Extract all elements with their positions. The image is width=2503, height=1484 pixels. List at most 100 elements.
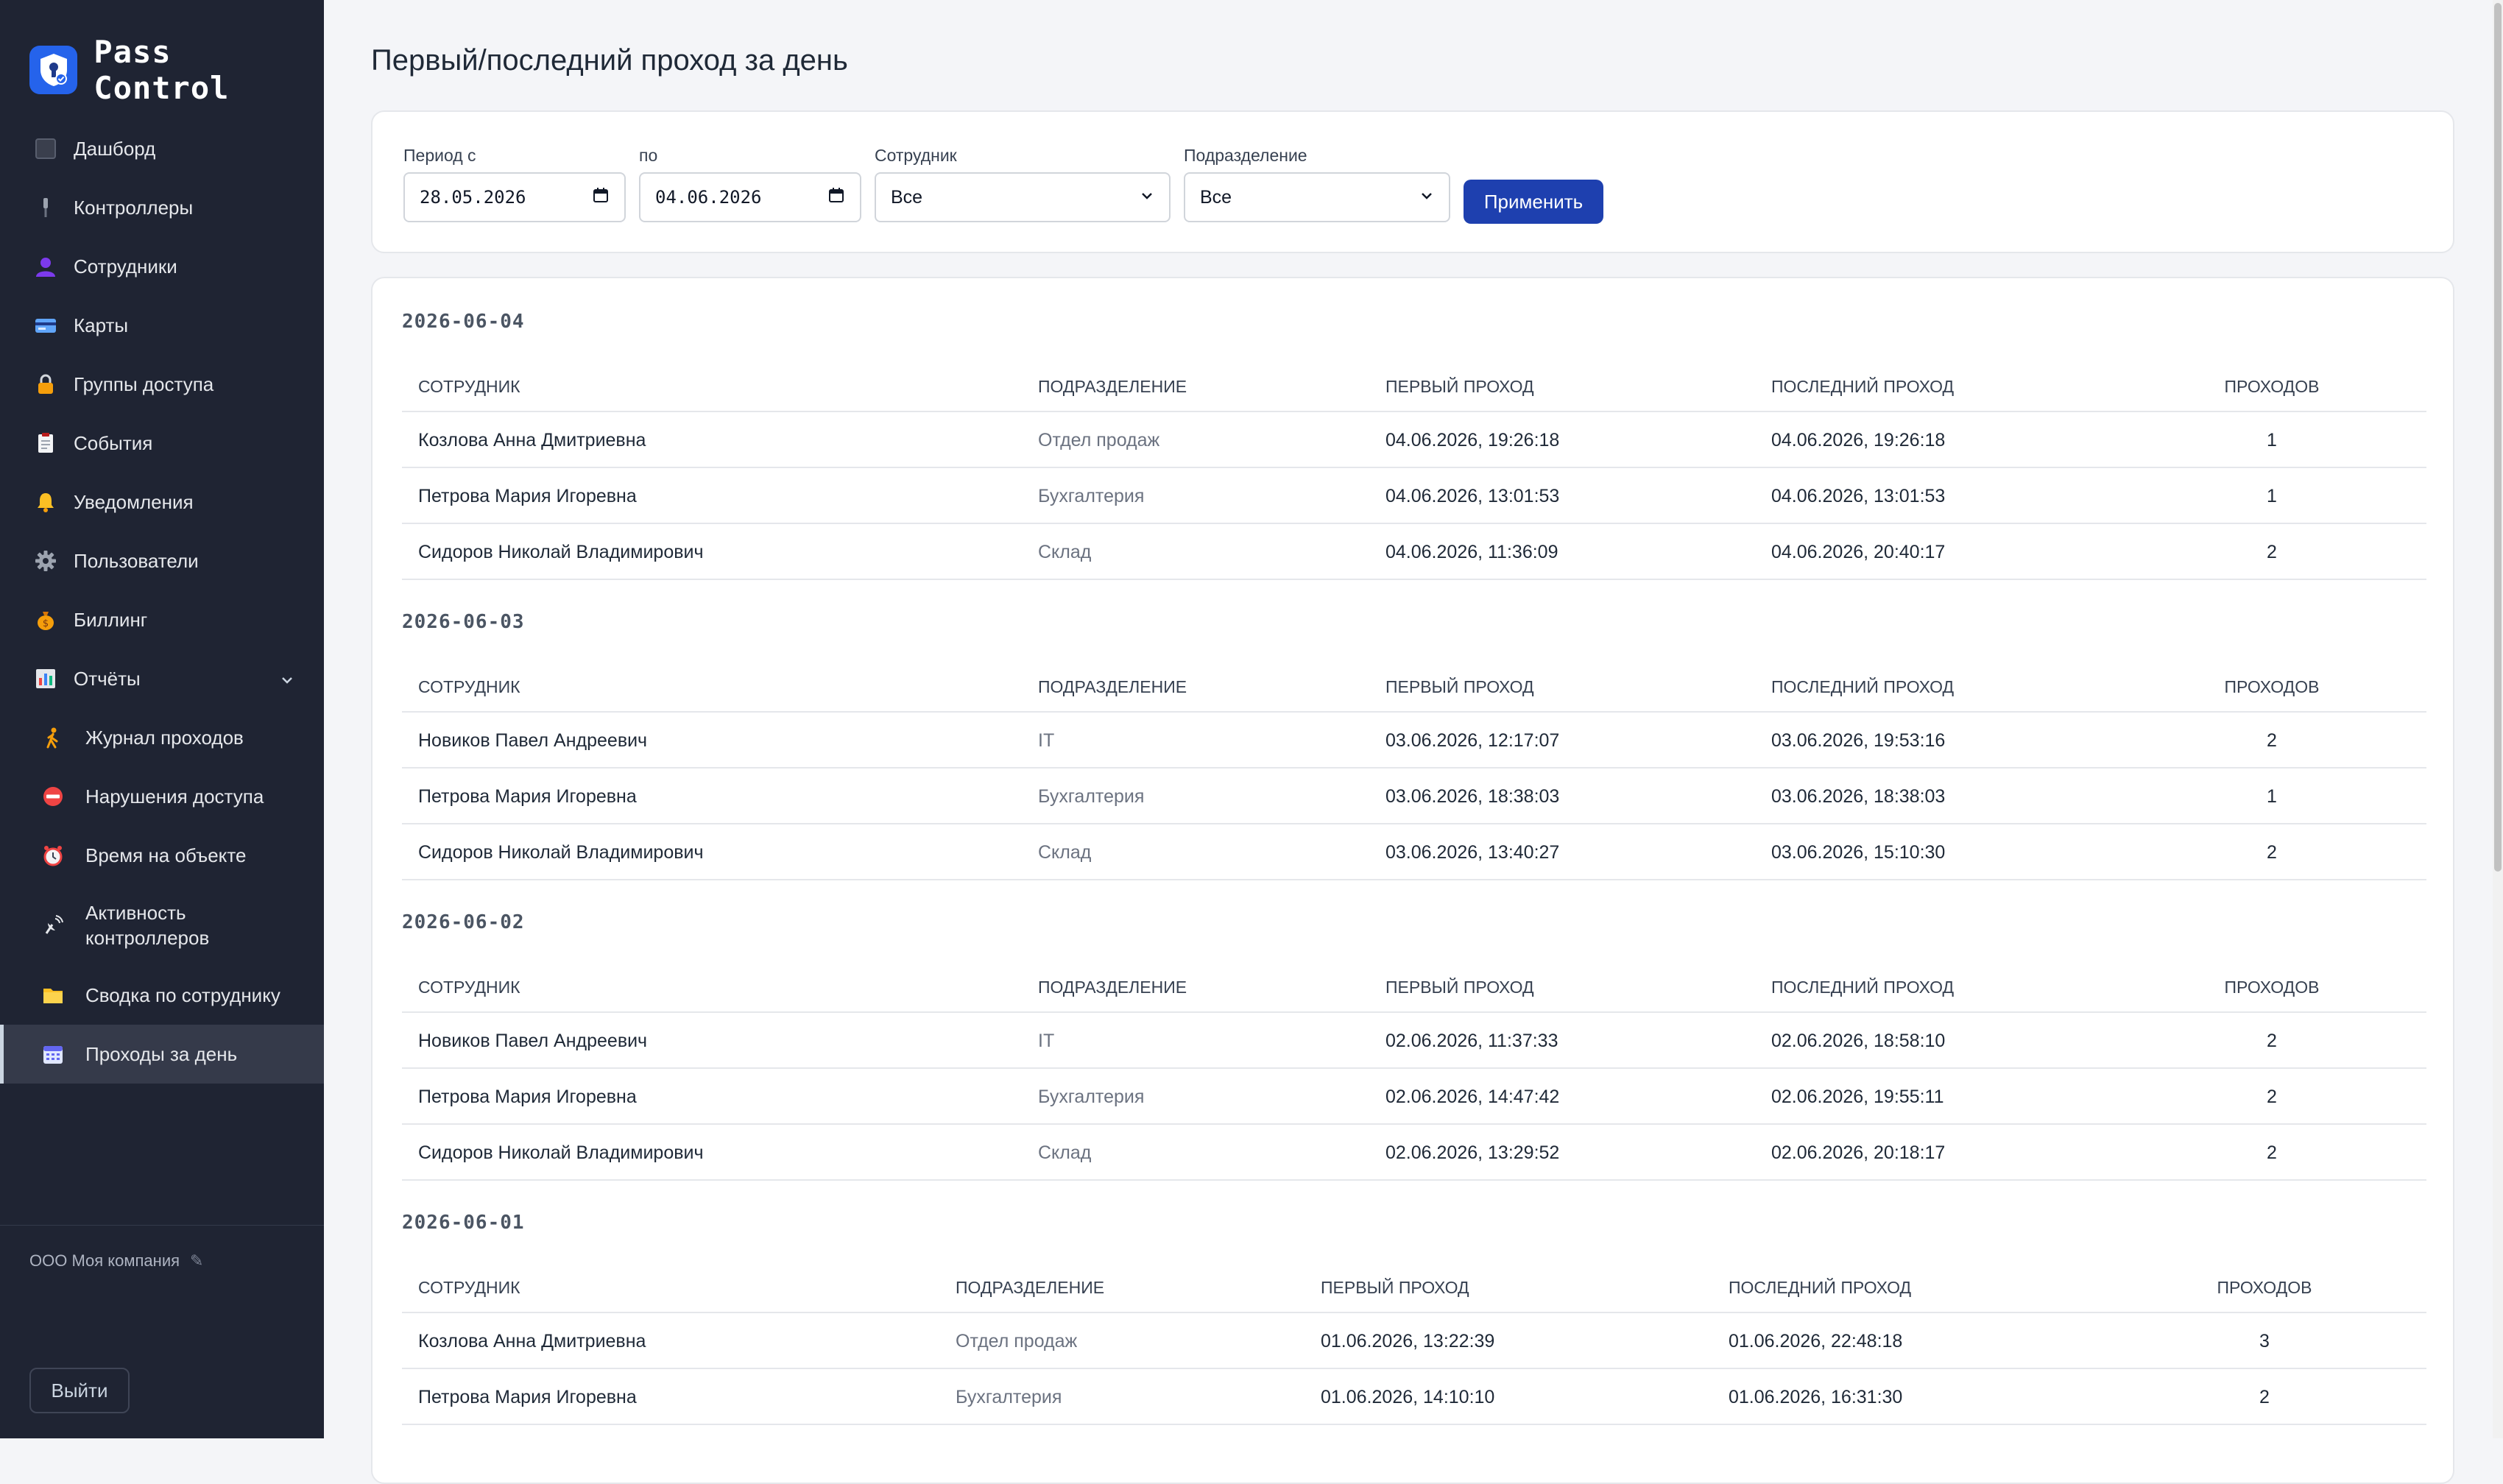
column-first-pass-header[interactable]: Первый проход [1385,677,1534,697]
sidebar-item-label: События [74,431,153,454]
cell-last-pass: 01.06.2026, 16:31:30 [1729,1387,1903,1407]
cell-first-pass: 04.06.2026, 11:36:09 [1385,542,1558,562]
column-department-header[interactable]: Подразделение [1038,377,1187,397]
cell-employee: Козлова Анна Дмитриевна [418,430,646,451]
sidebar-subitem-access-violations[interactable]: Нарушения доступа [0,767,324,826]
cell-first-pass: 03.06.2026, 18:38:03 [1385,786,1560,807]
column-count-header[interactable]: Проходов [2213,1278,2316,1298]
sidebar: Pass Control Дашборд Контроллеры Сотрудн… [0,0,324,1438]
cell-first-pass: 04.06.2026, 13:01:53 [1385,486,1560,506]
period-to-input[interactable]: 04.06.2026 [639,172,861,222]
cell-last-pass: 03.06.2026, 18:38:03 [1771,786,1946,807]
column-count-header[interactable]: Проходов [2220,377,2323,397]
cell-employee: Петрова Мария Игоревна [418,786,637,807]
column-employee-header[interactable]: Сотрудник [418,978,520,997]
sidebar-item-access-groups[interactable]: Группы доступа [0,355,324,414]
column-last-pass-header[interactable]: Последний проход [1771,677,1954,697]
sidebar-subitem-pass-log[interactable]: Журнал проходов [0,708,324,767]
cell-count: 2 [2259,1387,2270,1407]
pencil-icon[interactable]: ✎ [190,1251,203,1271]
table-row[interactable]: Петрова Мария Игоревна Бухгалтерия 04.06.2… [402,468,2426,524]
column-count-header[interactable]: Проходов [2220,677,2323,697]
sidebar-item-label: Пользователи [74,549,199,572]
column-count-header[interactable]: Проходов [2220,978,2323,997]
table-row[interactable]: Новиков Павел Андреевич IT 02.06.2026, 11:… [402,1013,2426,1069]
cell-employee: Новиков Павел Андреевич [418,730,648,751]
column-last-pass-header[interactable]: Последний проход [1771,377,1954,397]
table-row[interactable]: Козлова Анна Дмитриевна Отдел продаж 01.06… [402,1313,2426,1369]
employee-select[interactable]: Все [875,172,1171,222]
table-row[interactable]: Козлова Анна Дмитриевна Отдел продаж 04.06… [402,412,2426,468]
cell-department: Бухгалтерия [1038,786,1145,807]
cell-employee: Новиков Павел Андреевич [418,1031,648,1051]
table-row[interactable]: Петрова Мария Игоревна Бухгалтерия 01.06.2… [402,1369,2426,1425]
sidebar-item-notifications[interactable]: Уведомления [0,473,324,531]
scrollbar[interactable] [2493,0,2503,1438]
cell-first-pass: 04.06.2026, 19:26:18 [1385,430,1560,451]
cell-last-pass: 02.06.2026, 19:55:11 [1771,1086,1944,1107]
sidebar-item-cards[interactable]: Карты [0,296,324,355]
table-row[interactable]: Сидоров Николай Владимирович Склад 02.06.2… [402,1125,2426,1181]
sidebar-item-label: Группы доступа [74,372,214,395]
column-employee-header[interactable]: Сотрудник [418,1278,520,1298]
column-last-pass-header[interactable]: Последний проход [1771,978,1954,997]
day-date: 2026-06-04 [402,311,525,333]
sidebar-item-billing[interactable]: $ Биллинг [0,590,324,649]
walking-person-icon [41,726,65,749]
column-last-pass-header[interactable]: Последний проход [1729,1278,1911,1298]
logout-button[interactable]: Выйти [29,1368,130,1413]
column-first-pass-header[interactable]: Первый проход [1385,377,1534,397]
cell-last-pass: 04.06.2026, 20:40:17 [1771,542,1946,562]
sidebar-item-controllers[interactable]: Контроллеры [0,178,324,237]
column-first-pass-header[interactable]: Первый проход [1385,978,1534,997]
column-department-header[interactable]: Подразделение [956,1278,1104,1298]
calendar-icon[interactable] [827,186,845,208]
sidebar-item-events[interactable]: События [0,414,324,473]
cell-employee: Петрова Мария Игоревна [418,1086,637,1107]
column-department-header[interactable]: Подразделение [1038,677,1187,697]
column-department-header[interactable]: Подразделение [1038,978,1187,997]
controller-icon [34,196,57,219]
company-label: ООО Моя компания [29,1251,180,1270]
sidebar-subitem-employee-summary[interactable]: Сводка по сотруднику [0,966,324,1025]
sidebar-item-users[interactable]: Пользователи [0,531,324,590]
sidebar-subitem-controller-activity[interactable]: Активность контроллеров [0,885,324,966]
column-employee-header[interactable]: Сотрудник [418,677,520,697]
calendar-icon[interactable] [592,186,610,208]
chevron-down-icon [1419,187,1434,208]
sidebar-item-label: Биллинг [74,608,148,631]
sidebar-item-reports[interactable]: Отчёты [0,649,324,708]
table-row[interactable]: Петрова Мария Игоревна Бухгалтерия 02.06.2… [402,1069,2426,1125]
cell-count: 1 [2267,486,2277,506]
cell-last-pass: 04.06.2026, 19:26:18 [1771,430,1946,451]
period-from-input[interactable]: 28.05.2026 [403,172,626,222]
sidebar-subitem-daily-passes[interactable]: Проходы за день [0,1025,324,1084]
scrollbar-thumb[interactable] [2494,3,2502,872]
column-employee-header[interactable]: Сотрудник [418,377,520,397]
column-first-pass-header[interactable]: Первый проход [1321,1278,1469,1298]
department-select[interactable]: Все [1184,172,1450,222]
sidebar-item-employees[interactable]: Сотрудники [0,237,324,296]
apply-button[interactable]: Применить [1464,180,1603,224]
sidebar-subitem-time-on-site[interactable]: Время на объекте [0,826,324,885]
sidebar-nav: Дашборд Контроллеры Сотрудники Карты Гру… [0,119,324,1084]
table-header: Сотрудник Подразделение Первый проход После… [402,951,2426,1013]
brand[interactable]: Pass Control [29,34,324,106]
table-row[interactable]: Сидоров Николай Владимирович Склад 03.06.2… [402,824,2426,880]
table-row[interactable]: Сидоров Николай Владимирович Склад 04.06.2… [402,524,2426,580]
sidebar-item-dashboard[interactable]: Дашборд [0,119,324,178]
table-row[interactable]: Новиков Павел Андреевич IT 03.06.2026, 12:… [402,713,2426,768]
day-date: 2026-06-03 [402,611,525,633]
cell-count: 2 [2267,542,2277,562]
company-name[interactable]: ООО Моя компания ✎ [29,1251,203,1271]
cell-first-pass: 03.06.2026, 12:17:07 [1385,730,1560,751]
cell-last-pass: 03.06.2026, 19:53:16 [1771,730,1946,751]
table-row[interactable]: Петрова Мария Игоревна Бухгалтерия 03.06.2… [402,768,2426,824]
satellite-icon [41,914,65,937]
cell-employee: Петрова Мария Игоревна [418,486,637,506]
chevron-down-icon[interactable] [280,670,294,693]
folder-icon [41,983,65,1007]
cell-last-pass: 03.06.2026, 15:10:30 [1771,842,1946,863]
day-date: 2026-06-02 [402,911,525,933]
sidebar-item-label: Уведомления [74,490,194,513]
